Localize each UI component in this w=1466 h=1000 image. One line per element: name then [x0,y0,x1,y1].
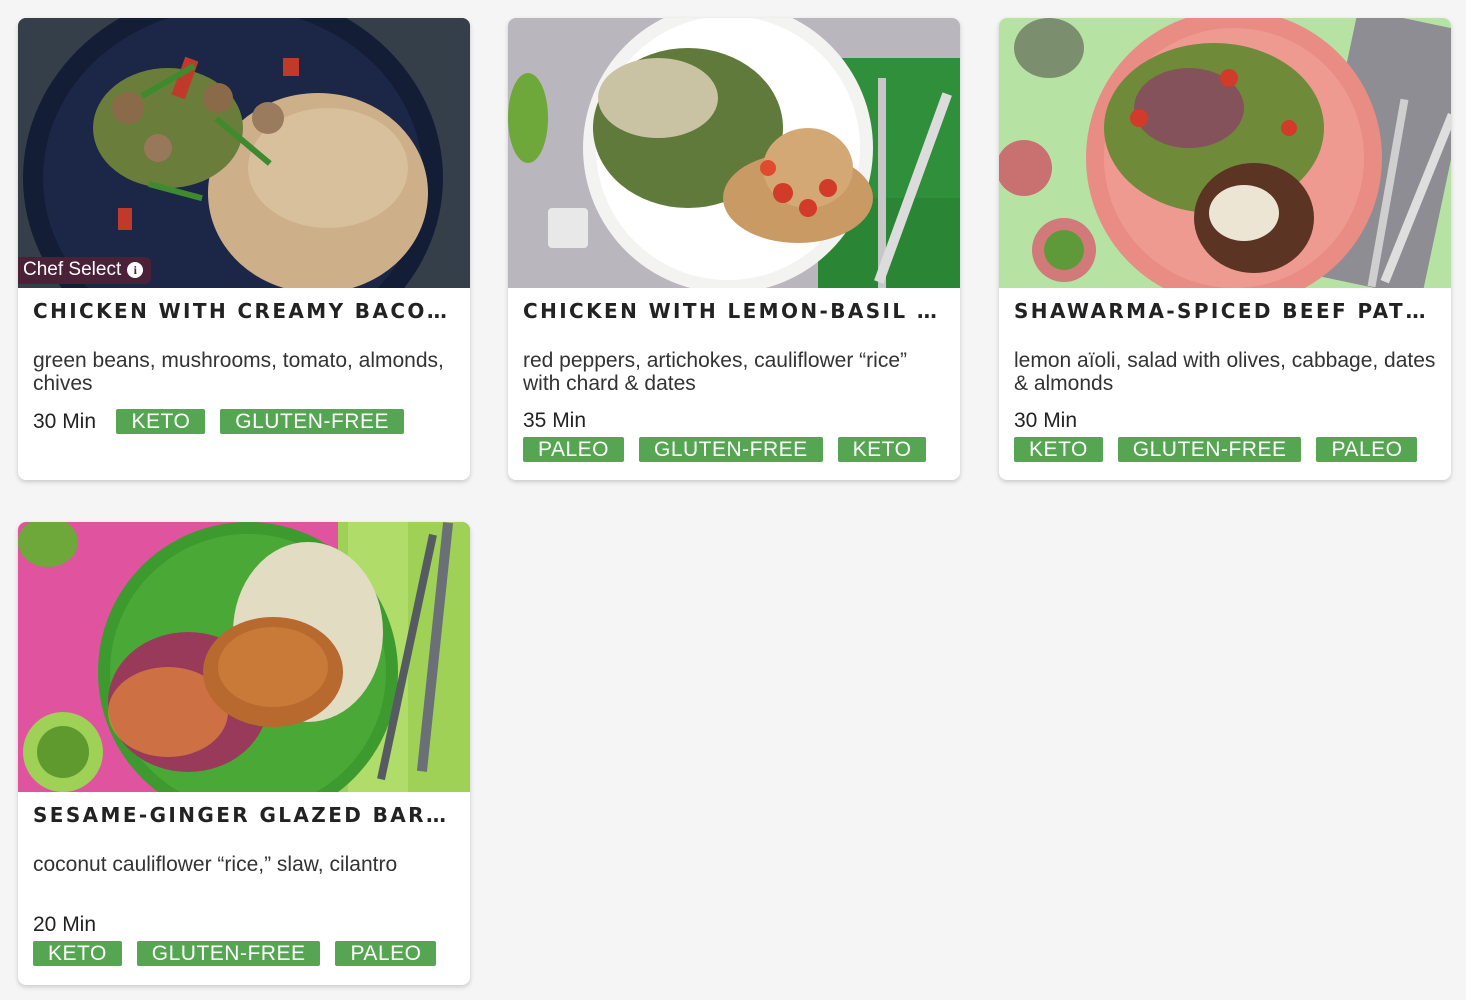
diet-tag: GLUTEN-FREE [638,437,823,462]
diet-tag: GLUTEN-FREE [1117,437,1302,462]
diet-tag: GLUTEN-FREE [220,409,404,434]
meal-title: SESAME-GINGER GLAZED BARR… [33,803,455,827]
meal-title: CHICKEN WITH LEMON-BASIL P… [523,299,945,323]
meal-photo[interactable] [18,522,470,792]
diet-tag: KETO [837,437,927,462]
diet-tags: KETO GLUTEN-FREE PALEO [1014,437,1436,462]
info-icon[interactable]: i [127,262,144,278]
meal-card[interactable]: CHICKEN WITH LEMON-BASIL P… red peppers,… [508,18,960,480]
meal-photo[interactable] [999,18,1451,288]
meal-meta: 30 Min KETO GLUTEN-FREE [33,409,455,434]
meal-card[interactable]: SHAWARMA-SPICED BEEF PATTI… lemon aïoli,… [999,18,1451,480]
diet-tags: KETO GLUTEN-FREE PALEO [33,941,455,966]
diet-tag: KETO [33,941,122,966]
cook-time: 30 Min [1014,409,1078,432]
cook-time: 20 Min [33,913,97,936]
meal-photo[interactable]: Chef Select i [18,18,470,288]
diet-tag: GLUTEN-FREE [136,941,321,966]
meal-meta: 30 Min KETO GLUTEN-FREE PALEO [1014,409,1436,462]
diet-tag: KETO [116,409,206,434]
meal-description: red peppers, artichokes, cauliflower “ri… [523,349,907,395]
meal-card[interactable]: Chef Select i CHICKEN WITH CREAMY BACON…… [18,18,470,480]
meal-meta: 35 Min PALEO GLUTEN-FREE KETO [523,409,945,462]
diet-tag: PALEO [335,941,437,966]
meal-meta: 20 Min KETO GLUTEN-FREE PALEO [33,913,455,966]
diet-tag: PALEO [523,437,624,462]
chef-select-badge[interactable]: Chef Select i [18,257,152,284]
meal-description: lemon aïoli, salad with olives, cabbage,… [1014,349,1436,395]
diet-tag: PALEO [1316,437,1418,462]
chef-select-label: Chef Select [23,259,122,280]
meal-title: SHAWARMA-SPICED BEEF PATTI… [1014,299,1436,323]
cook-time: 35 Min [523,409,587,432]
meal-card-grid: Chef Select i CHICKEN WITH CREAMY BACON…… [0,0,1466,1000]
meal-card[interactable]: SESAME-GINGER GLAZED BARR… coconut cauli… [18,522,470,985]
diet-tag: KETO [1014,437,1103,462]
cook-time: 30 Min [33,409,97,433]
diet-tags: KETO GLUTEN-FREE [116,409,404,434]
meal-title: CHICKEN WITH CREAMY BACON… [33,299,455,323]
meal-photo[interactable] [508,18,960,288]
diet-tags: PALEO GLUTEN-FREE KETO [523,437,945,462]
meal-description: green beans, mushrooms, tomato, almonds,… [33,349,444,395]
meal-description: coconut cauliflower “rice,” slaw, cilant… [33,853,398,876]
